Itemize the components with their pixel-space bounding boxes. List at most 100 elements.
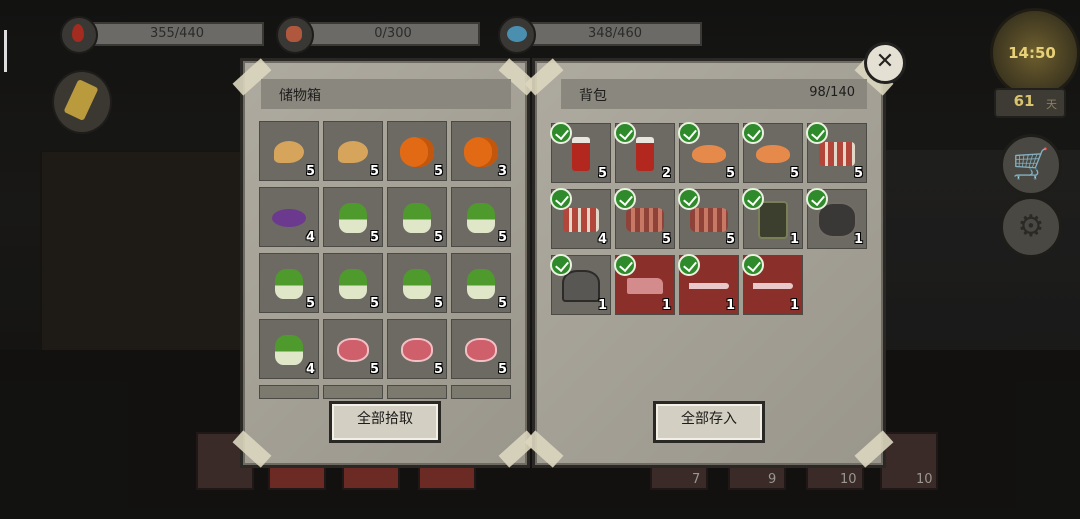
eggplant-icon [272, 209, 306, 228]
item-quantity: 4 [597, 232, 607, 247]
storage-slot[interactable]: 5 [259, 253, 319, 313]
item-quantity: 4 [305, 362, 315, 377]
item-quantity: 5 [789, 166, 799, 181]
storage-slot[interactable]: 5 [387, 253, 447, 313]
radio-button[interactable] [52, 70, 112, 134]
take-all-button[interactable]: 全部拾取 [329, 401, 441, 443]
item-quantity: 2 [661, 166, 671, 181]
gun-icon [627, 278, 663, 295]
checkmark-icon [678, 122, 700, 144]
item-quantity: 1 [789, 298, 799, 313]
backpack-slot[interactable]: 5 [678, 122, 739, 183]
settings-button[interactable]: ⚙ [1000, 196, 1062, 258]
mind-value: 348/460 [528, 22, 702, 46]
backpack-title: 背包 [579, 88, 607, 104]
gear-icon: ⚙ [1017, 209, 1045, 244]
kebab-icon [563, 208, 599, 233]
backpack-slot[interactable]: 1 [614, 254, 675, 315]
health-stat: 355/440 [60, 16, 264, 54]
backpack-slot[interactable]: 2 [614, 122, 675, 183]
ribs-icon [690, 208, 728, 233]
mind-stat: 348/460 [498, 16, 702, 54]
backpack-slot[interactable]: 1 [550, 254, 611, 315]
storage-empty-slot[interactable] [387, 385, 447, 399]
backpack-slot[interactable]: 5 [678, 188, 739, 249]
drumstick-icon [274, 141, 304, 164]
close-button[interactable]: ✕ [864, 42, 906, 84]
storage-slot[interactable]: 5 [323, 121, 383, 181]
backpack-panel: 背包 98/140 5 2 5 5 5 4 5 5 1 1 1 1 1 1 全部存入 [524, 58, 894, 468]
storage-slot[interactable]: 4 [259, 319, 319, 379]
hotbar-count: 7 [692, 472, 701, 487]
blade-icon [753, 283, 793, 290]
stomach-icon [276, 16, 314, 54]
checkmark-icon [550, 254, 572, 276]
storage-slot[interactable]: 5 [451, 253, 511, 313]
checkmark-icon [678, 254, 700, 276]
backpack-capacity: 98/140 [809, 85, 855, 100]
item-quantity: 5 [497, 296, 507, 311]
croissant-icon [756, 145, 790, 164]
checkmark-icon [614, 188, 636, 210]
storage-header: 储物箱 [261, 79, 511, 109]
hotbar-count: 10 [916, 472, 933, 487]
storage-empty-slot[interactable] [323, 385, 383, 399]
item-quantity: 5 [433, 296, 443, 311]
pumpkin-icon [464, 137, 498, 168]
storage-slot[interactable]: 5 [451, 319, 511, 379]
storage-slot[interactable]: 5 [323, 187, 383, 247]
day-count: 61 [1013, 92, 1035, 110]
storage-slot[interactable]: 3 [451, 121, 511, 181]
backpack-slot[interactable]: 5 [550, 122, 611, 183]
storage-grid: 5 5 5 3 4 5 5 5 5 5 5 5 4 5 5 5 [259, 121, 511, 399]
backpack-slot[interactable]: 5 [742, 122, 803, 183]
item-quantity: 5 [725, 232, 735, 247]
shop-button[interactable]: 🛒 [1000, 134, 1062, 196]
storage-slot[interactable]: 5 [451, 187, 511, 247]
blade-icon [689, 283, 729, 290]
backpack-grid: 5 2 5 5 5 4 5 5 1 1 1 1 1 1 [550, 122, 867, 315]
storage-slot[interactable]: 5 [387, 121, 447, 181]
storage-slot[interactable]: 5 [387, 187, 447, 247]
store-all-button[interactable]: 全部存入 [653, 401, 765, 443]
hunger-stat: 0/300 [276, 16, 480, 54]
storage-empty-slot[interactable] [451, 385, 511, 399]
checkmark-icon [550, 188, 572, 210]
item-quantity: 1 [789, 232, 799, 247]
bokchoy-icon [467, 269, 495, 300]
item-quantity: 5 [305, 296, 315, 311]
storage-panel: 储物箱 5 5 5 3 4 5 5 5 5 5 5 5 4 5 5 5 全部拾取 [232, 58, 538, 468]
checkmark-icon [742, 188, 764, 210]
backpack-slot[interactable]: 4 [550, 188, 611, 249]
storage-slot[interactable]: 5 [387, 319, 447, 379]
checkmark-icon [806, 122, 828, 144]
bokchoy-icon [467, 203, 495, 234]
storage-slot[interactable]: 5 [323, 253, 383, 313]
close-icon: ✕ [875, 49, 895, 74]
item-quantity: 5 [433, 230, 443, 245]
item-quantity: 5 [433, 164, 443, 179]
item-quantity: 5 [369, 164, 379, 179]
kebab-icon [819, 142, 855, 167]
ribs-icon [626, 208, 664, 233]
pumpkin-icon [400, 137, 434, 168]
backpack-slot[interactable]: 1 [742, 254, 803, 315]
item-quantity: 1 [725, 298, 735, 313]
item-quantity: 5 [433, 362, 443, 377]
hotbar-count: 10 [840, 472, 857, 487]
backpack-slot[interactable]: 1 [678, 254, 739, 315]
backpack-slot[interactable]: 5 [806, 122, 867, 183]
checkmark-icon [550, 122, 572, 144]
bottle-icon [572, 137, 590, 172]
storage-empty-slot[interactable] [259, 385, 319, 399]
backpack-slot[interactable]: 1 [742, 188, 803, 249]
backpack-slot[interactable]: 5 [614, 188, 675, 249]
item-quantity: 5 [725, 166, 735, 181]
bokchoy-icon [339, 203, 367, 234]
storage-slot[interactable]: 4 [259, 187, 319, 247]
storage-slot[interactable]: 5 [259, 121, 319, 181]
item-quantity: 5 [369, 296, 379, 311]
backpack-slot[interactable]: 1 [806, 188, 867, 249]
storage-slot[interactable]: 5 [323, 319, 383, 379]
backpack-header: 背包 98/140 [561, 79, 867, 109]
